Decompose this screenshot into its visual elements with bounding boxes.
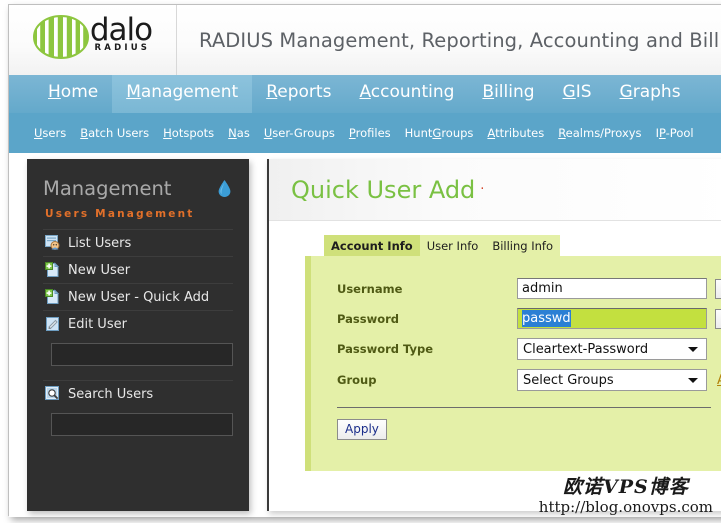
site-header: dalo RADIUS RADIUS Management, Reporting… (9, 5, 721, 75)
subnav-item-hotspots[interactable]: Hotspots (163, 126, 214, 140)
form-row-username: Username R (311, 278, 721, 299)
nav-tab-label: GIS (563, 79, 592, 105)
sidebar-item-new-user[interactable]: New User (43, 256, 233, 283)
content-container: Quick User Add · Account Info User Info … (254, 153, 721, 517)
add-group-link[interactable]: A (717, 373, 721, 388)
nav-tab-billing[interactable]: Billing (468, 75, 548, 113)
page-title-marker: · (480, 182, 484, 197)
subnav-item-user-groups[interactable]: User-Groups (264, 126, 335, 140)
logo-wordmark: dalo RADIUS (90, 15, 152, 53)
sidebar-item-edit-user[interactable]: Edit User (43, 310, 233, 337)
subnav-item-users[interactable]: Users (34, 126, 66, 140)
dalo-radius-logo: dalo RADIUS (33, 15, 152, 59)
nav-tab-management[interactable]: Management (112, 75, 252, 113)
droplet-icon (218, 180, 231, 197)
subnav-item-huntgroups[interactable]: HuntGroups (405, 126, 474, 140)
form-divider (337, 407, 711, 408)
nav-tab-label: Reports (266, 79, 331, 105)
header-title-area: RADIUS Management, Reporting, Accounting… (177, 5, 721, 75)
nav-tab-reports[interactable]: Reports (252, 75, 345, 113)
password-type-label: Password Type (337, 342, 517, 356)
nav-tab-label: Billing (482, 79, 534, 105)
sidebar-container: Management Users Management (9, 153, 254, 517)
header-title: RADIUS Management, Reporting, Accounting… (199, 29, 721, 52)
sidebar-item-new-user-quick-add[interactable]: New User - Quick Add (43, 283, 233, 310)
chevron-down-icon (688, 378, 698, 383)
nav-tab-graphs[interactable]: Graphs (606, 75, 695, 113)
tab-account-info[interactable]: Account Info (324, 235, 420, 256)
subnav-item-realms-proxys[interactable]: Realms/Proxys (558, 126, 641, 140)
globe-icon (33, 15, 89, 59)
sidebar-item-label: Search Users (68, 387, 153, 402)
apply-row: Apply (311, 418, 721, 437)
search-icon (45, 386, 61, 402)
form-row-group: Group Select Groups A (311, 369, 721, 391)
chevron-down-icon (688, 347, 698, 352)
new-page-icon (45, 289, 61, 305)
screenshot-root: dalo RADIUS RADIUS Management, Reporting… (0, 0, 721, 523)
info-tabs: Account Info User Info Billing Info (269, 221, 721, 256)
password-type-value: Cleartext-Password (523, 342, 648, 357)
password-value: passwd (522, 310, 571, 327)
new-page-icon (45, 262, 61, 278)
logo-subword: RADIUS (90, 44, 152, 53)
group-select[interactable]: Select Groups (517, 369, 707, 391)
sidebar-section-label: Users Management (45, 208, 233, 220)
sidebar-item-list-users[interactable]: List Users (43, 229, 233, 256)
browser-page-frame: dalo RADIUS RADIUS Management, Reporting… (8, 4, 721, 516)
nav-tab-label: Graphs (620, 79, 681, 105)
form-row-password-type: Password Type Cleartext-Password (311, 338, 721, 360)
sub-navigation: Users Batch Users Hotspots Nas User-Grou… (9, 113, 721, 153)
content-header: Quick User Add · (269, 159, 721, 221)
subnav-item-attributes[interactable]: Attributes (487, 126, 544, 140)
username-label: Username (337, 282, 517, 296)
group-value: Select Groups (523, 373, 614, 388)
sidebar: Management Users Management (27, 159, 249, 511)
account-info-form: Username R Password passwd R (305, 256, 721, 471)
content-panel: Quick User Add · Account Info User Info … (267, 159, 721, 511)
random-password-button[interactable]: R (715, 309, 721, 329)
subnav-item-profiles[interactable]: Profiles (349, 126, 391, 140)
username-input[interactable] (517, 278, 707, 299)
nav-tab-gis[interactable]: GIS (549, 75, 606, 113)
sidebar-item-label: New User (68, 263, 130, 278)
edit-page-icon (45, 316, 61, 332)
password-input[interactable]: passwd (517, 308, 707, 329)
nav-tab-home[interactable]: Home (34, 75, 112, 113)
subnav-item-batch-users[interactable]: Batch Users (80, 126, 149, 140)
tab-user-info[interactable]: User Info (420, 235, 486, 256)
nav-tab-label: Accounting (359, 79, 454, 105)
page-body: Management Users Management (9, 153, 721, 517)
sidebar-title: Management (43, 177, 171, 200)
logo-area[interactable]: dalo RADIUS (9, 5, 177, 75)
sidebar-item-label: New User - Quick Add (68, 290, 209, 305)
password-type-select[interactable]: Cleartext-Password (517, 338, 707, 360)
form-row-password: Password passwd R (311, 308, 721, 329)
random-username-button[interactable]: R (715, 279, 721, 299)
users-list-icon (45, 235, 61, 251)
sidebar-item-label: List Users (68, 236, 131, 251)
sidebar-item-search-users[interactable]: Search Users (43, 380, 233, 407)
logo-word: dalo (90, 15, 152, 46)
subnav-item-ip-pool[interactable]: IP-Pool (656, 126, 694, 140)
tab-billing-info[interactable]: Billing Info (485, 235, 560, 256)
sidebar-header: Management (43, 177, 233, 200)
nav-tab-accounting[interactable]: Accounting (345, 75, 468, 113)
group-label: Group (337, 373, 517, 387)
apply-button[interactable]: Apply (337, 419, 387, 440)
edit-user-input[interactable] (51, 343, 233, 366)
page-title: Quick User Add (291, 176, 475, 204)
search-users-input[interactable] (51, 413, 233, 436)
sidebar-item-label: Edit User (68, 317, 127, 332)
nav-tab-label: Home (48, 79, 98, 105)
nav-tab-label: Management (126, 79, 238, 105)
subnav-item-nas[interactable]: Nas (228, 126, 250, 140)
main-navigation: Home Management Reports Accounting Billi… (9, 75, 721, 113)
password-label: Password (337, 312, 517, 326)
